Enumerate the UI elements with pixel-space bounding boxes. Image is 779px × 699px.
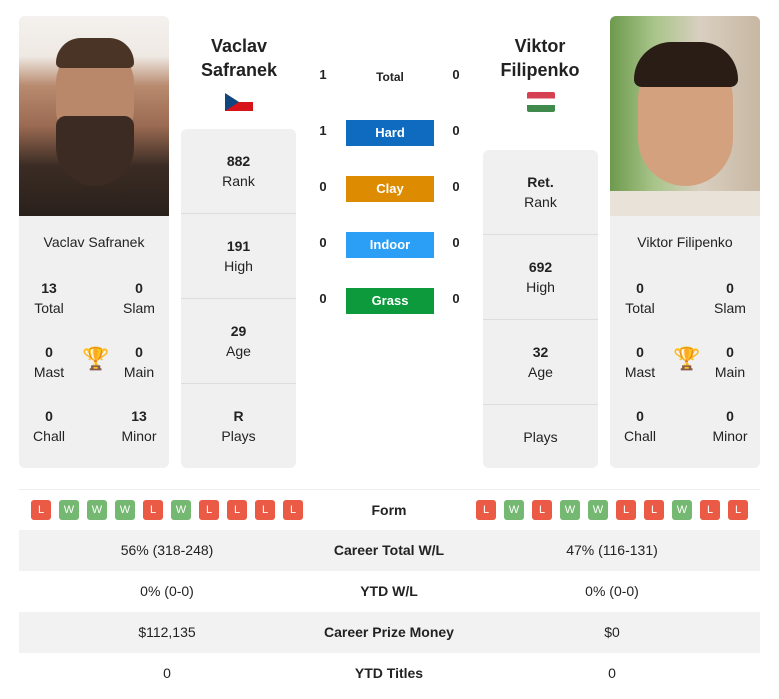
form-result-badge[interactable]: W	[672, 500, 692, 520]
form-result-badge[interactable]: L	[728, 500, 748, 520]
row-label: YTD W/L	[360, 583, 418, 599]
form-result-badge[interactable]: L	[199, 500, 219, 520]
h2h-indoor-p1: 0	[319, 235, 327, 250]
player2-form: LWLWWLLWLL	[476, 500, 748, 520]
h2h-total-p2: 0	[452, 67, 460, 82]
player1-main: 0 Main	[123, 344, 155, 380]
p2-value: 47% (116-131)	[566, 542, 658, 558]
player2-total: 0 Total	[625, 280, 655, 316]
h2h-total-p1: 1	[319, 67, 327, 82]
p1-value: 0% (0-0)	[140, 583, 194, 599]
form-result-badge[interactable]: W	[560, 500, 580, 520]
surface-hard-button[interactable]: Hard	[346, 120, 434, 146]
table-row: 0 YTD Titles 0	[19, 653, 760, 694]
player1-minor: 13 Minor	[121, 408, 157, 444]
form-result-badge[interactable]: L	[255, 500, 275, 520]
form-result-badge[interactable]: L	[644, 500, 664, 520]
form-result-badge[interactable]: L	[616, 500, 636, 520]
player1-slam: 0 Slam	[123, 280, 155, 316]
h2h-hard-p1: 1	[319, 123, 327, 138]
player1-mast: 0 Mast	[33, 344, 65, 380]
player1-stats: 882 Rank 191 High 29 Age R Plays	[181, 129, 296, 468]
form-result-badge[interactable]: L	[700, 500, 720, 520]
player2-stats: Ret. Rank 692 High 32 Age Plays	[483, 150, 598, 468]
p1-value: $112,135	[138, 624, 196, 640]
h2h-total-label: Total	[376, 70, 404, 84]
player2-photo	[610, 16, 760, 216]
p2-value: 0	[608, 665, 616, 681]
table-row: 0% (0-0) YTD W/L 0% (0-0)	[19, 571, 760, 612]
form-result-badge[interactable]: W	[504, 500, 524, 520]
p1-value: 56% (318-248)	[120, 542, 214, 558]
h2h-clay-p2: 0	[452, 179, 460, 194]
form-result-badge[interactable]: L	[31, 500, 51, 520]
row-label: Career Total W/L	[333, 542, 445, 558]
czech-flag-icon	[225, 93, 253, 111]
surface-clay-button[interactable]: Clay	[346, 176, 434, 202]
row-label: Career Prize Money	[324, 624, 454, 640]
player2-chall: 0 Chall	[624, 408, 656, 444]
player2-card: Viktor Filipenko 0 Total 0 Slam 0 Mast 🏆 0M…	[610, 16, 760, 468]
player1-header-name[interactable]: Vaclav Safranek	[174, 34, 304, 82]
form-result-badge[interactable]: L	[227, 500, 247, 520]
form-result-badge[interactable]: W	[588, 500, 608, 520]
form-result-badge[interactable]: W	[171, 500, 191, 520]
h2h-grass-p2: 0	[452, 291, 460, 306]
h2h-clay-p1: 0	[319, 179, 327, 194]
trophy-icon: 🏆	[82, 346, 110, 371]
form-result-badge[interactable]: W	[87, 500, 107, 520]
form-result-badge[interactable]: W	[59, 500, 79, 520]
trophy-icon: 🏆	[673, 346, 701, 371]
h2h-hard-p2: 0	[452, 123, 460, 138]
player1-chall: 0 Chall	[33, 408, 65, 444]
player2-name[interactable]: Viktor Filipenko	[610, 234, 760, 250]
player2-main: 0 Main	[714, 344, 746, 380]
h2h-indoor-p2: 0	[452, 235, 460, 250]
form-result-badge[interactable]: W	[115, 500, 135, 520]
p2-value: $0	[604, 624, 620, 640]
form-result-badge[interactable]: L	[476, 500, 496, 520]
player1-name[interactable]: Vaclav Safranek	[19, 234, 169, 250]
player2-minor: 0 Minor	[712, 408, 748, 444]
player2-slam: 0 Slam	[714, 280, 746, 316]
p1-value: 0	[163, 665, 171, 681]
player1-photo	[19, 16, 169, 216]
surface-grass-button[interactable]: Grass	[346, 288, 434, 314]
surface-indoor-button[interactable]: Indoor	[346, 232, 434, 258]
form-result-badge[interactable]: L	[283, 500, 303, 520]
table-row: $112,135 Career Prize Money $0	[19, 612, 760, 653]
table-row: 56% (318-248) Career Total W/L 47% (116-13…	[19, 530, 760, 571]
player1-form: LWWWLWLLLL	[31, 500, 303, 520]
form-result-badge[interactable]: L	[143, 500, 163, 520]
p2-value: 0% (0-0)	[585, 583, 639, 599]
row-label: YTD Titles	[354, 665, 424, 681]
form-label: Form	[371, 502, 407, 518]
h2h-grass-p1: 0	[319, 291, 327, 306]
player1-total: 13 Total	[34, 280, 64, 316]
player1-card: Vaclav Safranek 13 Total 0 Slam 0 Mast 🏆 0M…	[19, 16, 169, 468]
player2-mast: 0 Mast	[624, 344, 656, 380]
hungary-flag-icon	[527, 92, 555, 112]
form-result-badge[interactable]: L	[532, 500, 552, 520]
player2-header-name[interactable]: Viktor Filipenko	[475, 34, 605, 82]
